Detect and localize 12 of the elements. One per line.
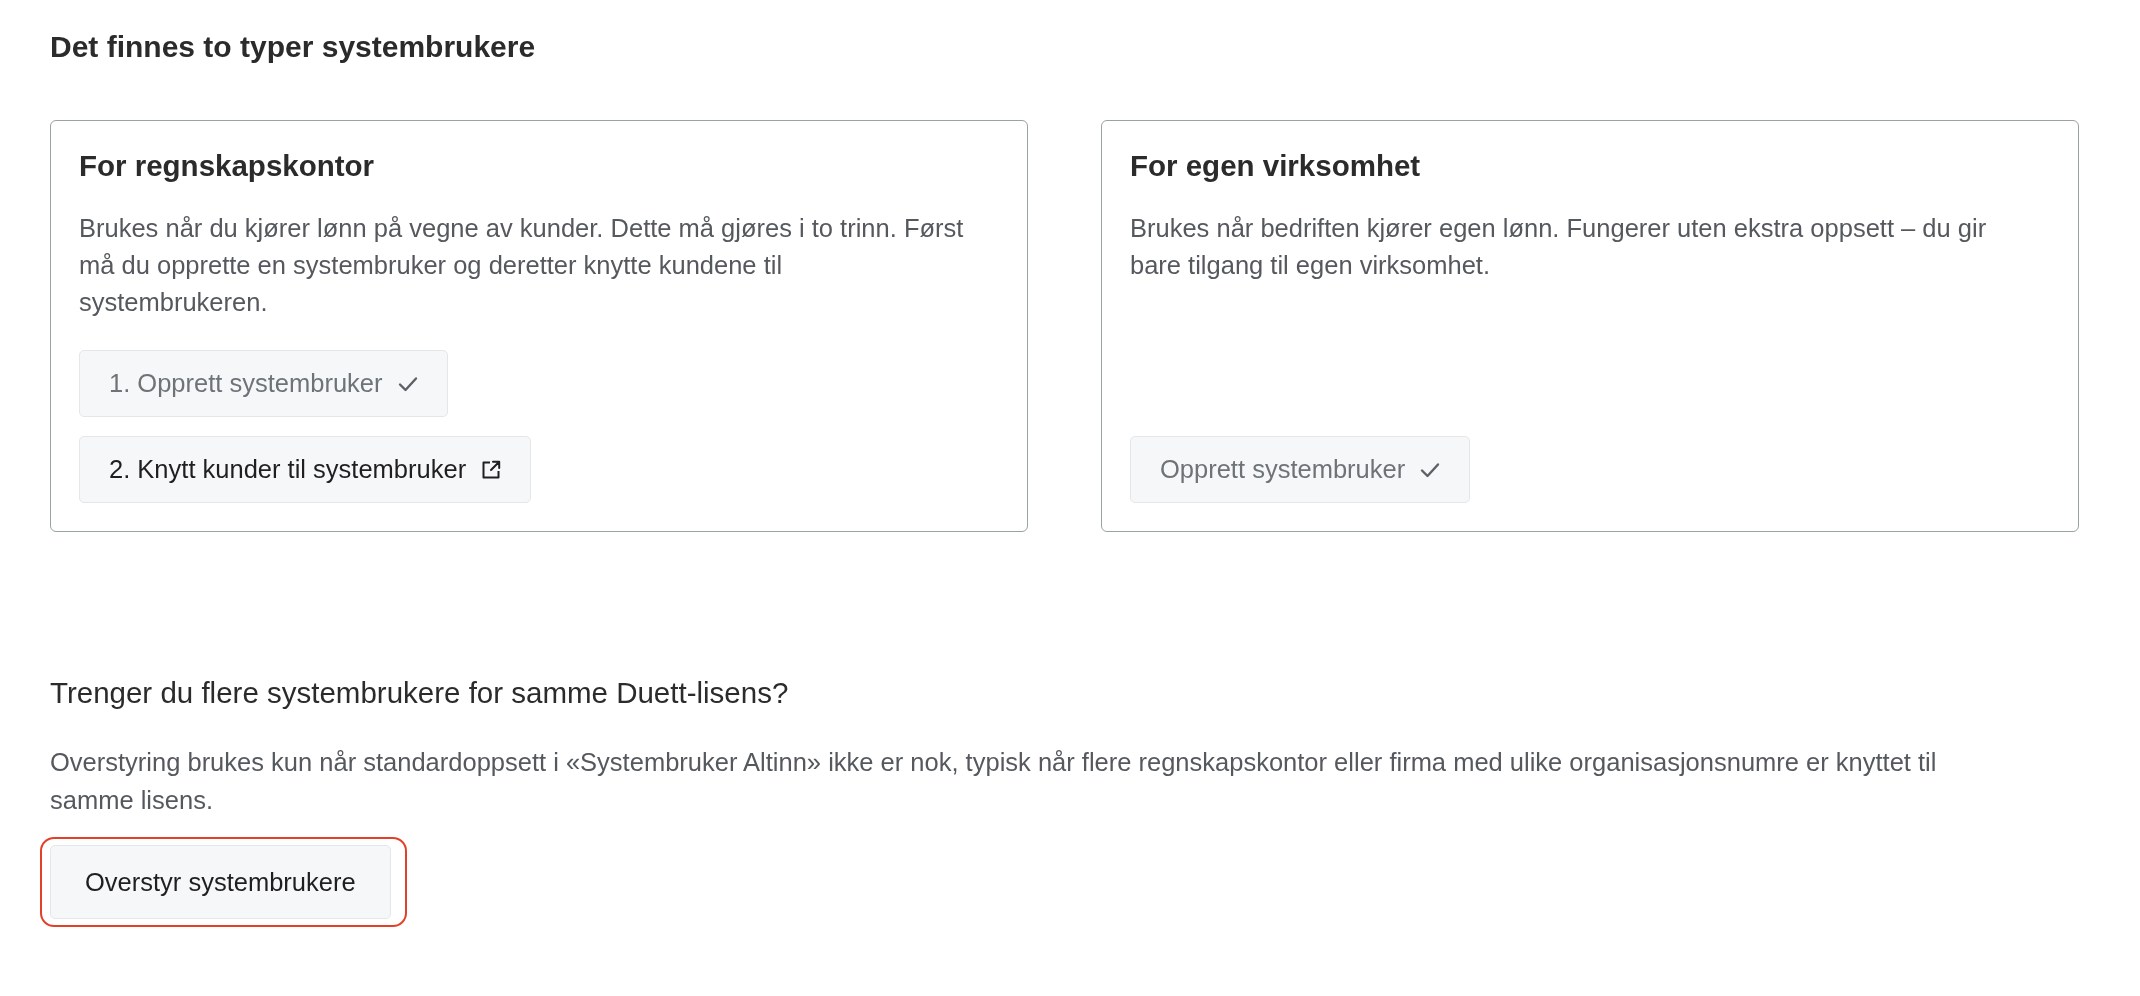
override-heading: Trenger du flere systembrukere for samme Duett-lisens? <box>50 676 789 710</box>
card-title: For regnskapskontor <box>79 149 375 183</box>
card-description: Brukes når du kjører lønn på vegne av kunder. Dette må gjøres i to trinn. Først må du opprette en systembruker og deretter knytte kundene til systembrukeren. <box>79 213 965 318</box>
step-button[interactable]: 2. Knytt kunder til systembruker <box>79 436 532 503</box>
section-title: Det finnes to typer systembrukere <box>50 30 536 64</box>
override-description: Overstyring brukes kun når standardoppsett i «Systembruker Altinn» ikke er nok, typisk når flere regnskapskontor eller firma med ulike organisasjonsnumre er knyttet til samme lisens. <box>50 747 1938 816</box>
external-link-icon <box>480 458 503 481</box>
override-button[interactable]: Overstyr systembrukere <box>50 845 391 919</box>
card-description: Brukes når bedriften kjører egen lønn. Fungerer uten ekstra oppsett – du gir bare tilgang til egen virksomhet. <box>1130 213 1988 281</box>
step-button[interactable]: Opprett systembruker <box>1130 436 1471 503</box>
card-title: For egen virksomhet <box>1130 149 1421 183</box>
step-button[interactable]: 1. Opprett systembruker <box>79 350 448 417</box>
